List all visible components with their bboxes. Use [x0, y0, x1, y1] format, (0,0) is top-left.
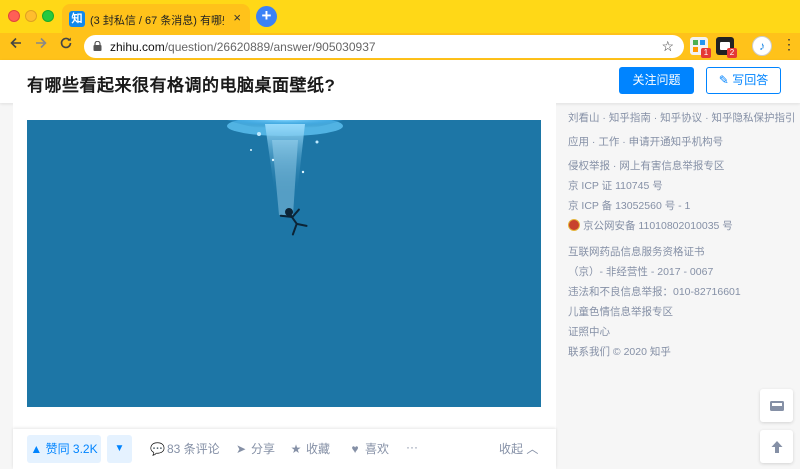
favorite-button[interactable]: ★ 收藏 — [289, 440, 330, 457]
url-host: zhihu.com — [110, 40, 165, 54]
upvote-label: 赞同 3.2K — [45, 442, 98, 456]
tab-strip: 知 (3 封私信 / 67 条消息) 有哪些看起 × + — [0, 0, 800, 33]
upvote-button[interactable]: ▲ 赞同 3.2K — [27, 435, 101, 463]
browser-tab[interactable]: 知 (3 封私信 / 67 条消息) 有哪些看起 × — [62, 4, 250, 33]
extension-badge: 1 — [701, 48, 711, 58]
report-hotline[interactable]: 违法和不良信息举报：010-82716601 — [568, 284, 741, 299]
wallpaper-image[interactable] — [27, 120, 541, 407]
browser-menu-icon[interactable]: ⋮ — [782, 36, 796, 53]
zhihu-favicon-icon: 知 — [69, 11, 85, 27]
police-badge-icon — [568, 219, 580, 231]
pencil-icon: ✎ — [718, 73, 729, 87]
comment-bubble-icon: 💬 — [150, 442, 165, 456]
triangle-up-icon: ▲ — [30, 442, 43, 456]
new-tab-button[interactable]: + — [256, 6, 277, 27]
footer-links-row[interactable]: 应用 · 工作 · 申请开通知乎机构号 — [568, 134, 723, 149]
footer-links-row[interactable]: 侵权举报 · 网上有害信息举报专区 — [568, 158, 724, 173]
address-bar[interactable]: zhihu.com/question/26620889/answer/90503… — [84, 35, 684, 58]
extension-app-icon[interactable]: 2 — [716, 37, 737, 58]
tab-title: (3 封私信 / 67 条消息) 有哪些看起 — [90, 15, 224, 27]
question-header: 有哪些看起来很有格调的电脑桌面壁纸? 关注问题 ✎ 写回答 — [0, 60, 800, 103]
drug-info-certificate[interactable]: 互联网药品信息服务资格证书 — [568, 244, 705, 259]
icp-record[interactable]: 京 ICP 备 13052560 号 - 1 — [568, 198, 690, 213]
back-arrow-icon[interactable] — [6, 36, 26, 56]
contact-copyright[interactable]: 联系我们 © 2020 知乎 — [568, 344, 671, 359]
bookmark-star-icon[interactable]: ☆ — [661, 38, 674, 55]
footer-links-row[interactable]: 刘看山 · 知乎指南 · 知乎协议 · 知乎隐私保护指引 — [568, 110, 796, 125]
comments-button[interactable]: 💬 83 条评论 — [150, 440, 220, 457]
arrow-up-icon — [771, 441, 782, 454]
non-commercial-license: （京）- 非经营性 - 2017 - 0067 — [568, 266, 714, 278]
extension-badge: 2 — [727, 48, 737, 58]
lock-icon — [93, 41, 102, 51]
favorite-label: 收藏 — [306, 442, 331, 456]
triangle-down-icon: ▼ — [114, 443, 125, 454]
feedback-button[interactable] — [760, 389, 793, 422]
comments-label: 83 条评论 — [167, 442, 220, 456]
minimize-window-button[interactable] — [25, 10, 37, 22]
extension-puzzle-icon[interactable]: 1 — [690, 37, 711, 58]
url-text: zhihu.com/question/26620889/answer/90503… — [110, 40, 376, 54]
license-center-link[interactable]: 证照中心 — [568, 324, 610, 339]
answer-card: ▲ 赞同 3.2K ▼ 💬 83 条评论 ➤ 分享 ★ 收藏 ♥ 喜欢 ··· 收起 ︿ — [13, 103, 556, 469]
share-label: 分享 — [251, 442, 276, 456]
like-label: 喜欢 — [365, 442, 390, 456]
collapse-label: 收起 — [499, 442, 524, 456]
answer-action-bar: ▲ 赞同 3.2K ▼ 💬 83 条评论 ➤ 分享 ★ 收藏 ♥ 喜欢 ··· 收起 ︿ — [13, 429, 556, 469]
falling-diver-illustration — [227, 120, 343, 236]
police-record-text: 京公网安备 11010802010035 号 — [583, 220, 733, 232]
downvote-button[interactable]: ▼ — [107, 435, 132, 463]
close-tab-icon[interactable]: × — [233, 10, 241, 25]
collapse-button[interactable]: 收起 ︿ — [499, 440, 538, 457]
write-answer-label: 写回答 — [732, 73, 769, 87]
question-title: 有哪些看起来很有格调的电脑桌面壁纸? — [27, 76, 336, 95]
share-button[interactable]: ➤ 分享 — [234, 440, 275, 457]
chevron-up-icon: ︿ — [526, 442, 539, 456]
icp-license[interactable]: 京 ICP 证 110745 号 — [568, 178, 663, 193]
maximize-window-button[interactable] — [42, 10, 54, 22]
close-window-button[interactable] — [8, 10, 20, 22]
forward-arrow-icon[interactable] — [31, 36, 51, 56]
heart-icon: ♥ — [351, 442, 359, 456]
browser-window: 知 (3 封私信 / 67 条消息) 有哪些看起 × + zhihu.com/q… — [0, 0, 800, 469]
reload-icon[interactable] — [56, 36, 76, 56]
star-icon: ★ — [290, 442, 302, 456]
browser-toolbar: zhihu.com/question/26620889/answer/90503… — [0, 33, 800, 60]
music-extension-icon[interactable]: ♪ — [752, 36, 772, 56]
inbox-icon — [769, 401, 784, 412]
paper-plane-icon: ➤ — [235, 442, 247, 456]
child-report-link[interactable]: 儿童色情信息举报专区 — [568, 304, 673, 319]
url-path: /question/26620889/answer/905030937 — [164, 40, 376, 54]
follow-question-button[interactable]: 关注问题 — [619, 67, 694, 94]
back-to-top-button[interactable] — [760, 430, 793, 463]
like-button[interactable]: ♥ 喜欢 — [348, 440, 389, 457]
more-options-button[interactable]: ··· — [406, 440, 418, 454]
police-record[interactable]: 京公网安备 11010802010035 号 — [568, 218, 733, 233]
write-answer-button[interactable]: ✎ 写回答 — [706, 67, 781, 94]
